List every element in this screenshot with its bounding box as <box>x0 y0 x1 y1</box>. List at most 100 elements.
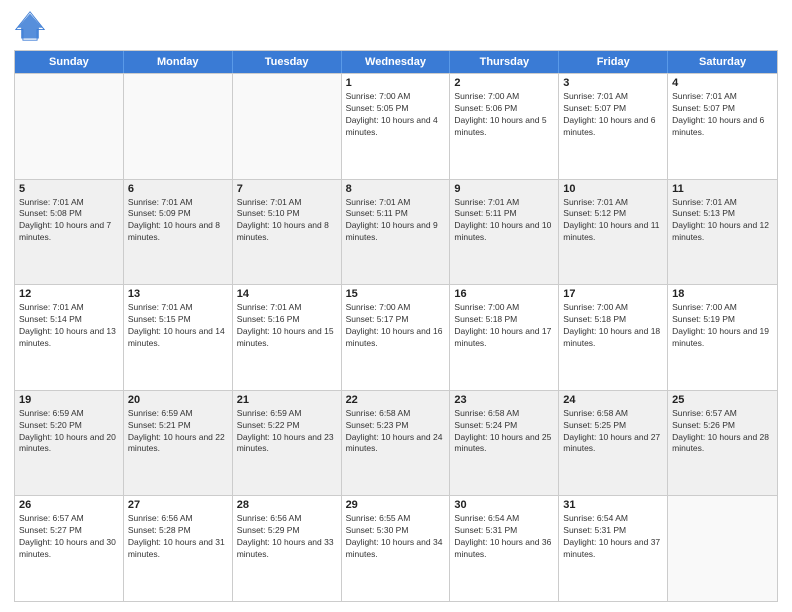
cal-header-wednesday: Wednesday <box>342 51 451 73</box>
day-info: Sunrise: 7:01 AMSunset: 5:07 PMDaylight:… <box>563 91 663 139</box>
cal-week-1: 1 Sunrise: 7:00 AMSunset: 5:05 PMDaylight… <box>15 73 777 179</box>
day-info: Sunrise: 6:55 AMSunset: 5:30 PMDaylight:… <box>346 513 446 561</box>
day-info: Sunrise: 6:58 AMSunset: 5:23 PMDaylight:… <box>346 408 446 456</box>
day-info: Sunrise: 7:00 AMSunset: 5:05 PMDaylight:… <box>346 91 446 139</box>
cal-cell: 10 Sunrise: 7:01 AMSunset: 5:12 PMDayligh… <box>559 180 668 285</box>
day-info: Sunrise: 7:01 AMSunset: 5:14 PMDaylight:… <box>19 302 119 350</box>
day-number: 25 <box>672 394 773 406</box>
day-number: 9 <box>454 183 554 195</box>
day-info: Sunrise: 6:56 AMSunset: 5:28 PMDaylight:… <box>128 513 228 561</box>
day-info: Sunrise: 6:54 AMSunset: 5:31 PMDaylight:… <box>563 513 663 561</box>
day-info: Sunrise: 6:57 AMSunset: 5:27 PMDaylight:… <box>19 513 119 561</box>
day-number: 17 <box>563 288 663 300</box>
cal-header-thursday: Thursday <box>450 51 559 73</box>
cal-week-3: 12 Sunrise: 7:01 AMSunset: 5:14 PMDayligh… <box>15 284 777 390</box>
cal-cell: 8Sunrise: 7:01 AMSunset: 5:11 PMDaylight… <box>342 180 451 285</box>
cal-cell <box>233 74 342 179</box>
logo-icon <box>14 10 46 42</box>
cal-header-monday: Monday <box>124 51 233 73</box>
cal-cell: 4 Sunrise: 7:01 AMSunset: 5:07 PMDaylight… <box>668 74 777 179</box>
logo <box>14 10 50 42</box>
day-info: Sunrise: 7:00 AMSunset: 5:18 PMDaylight:… <box>454 302 554 350</box>
day-info: Sunrise: 6:54 AMSunset: 5:31 PMDaylight:… <box>454 513 554 561</box>
day-info: Sunrise: 7:00 AMSunset: 5:19 PMDaylight:… <box>672 302 773 350</box>
day-info: Sunrise: 6:59 AMSunset: 5:20 PMDaylight:… <box>19 408 119 456</box>
day-info: Sunrise: 6:58 AMSunset: 5:25 PMDaylight:… <box>563 408 663 456</box>
calendar-body: 1 Sunrise: 7:00 AMSunset: 5:05 PMDaylight… <box>15 73 777 601</box>
cal-cell: 24 Sunrise: 6:58 AMSunset: 5:25 PMDayligh… <box>559 391 668 496</box>
day-number: 24 <box>563 394 663 406</box>
cal-week-4: 19 Sunrise: 6:59 AMSunset: 5:20 PMDayligh… <box>15 390 777 496</box>
day-number: 19 <box>19 394 119 406</box>
day-info: Sunrise: 6:56 AMSunset: 5:29 PMDaylight:… <box>237 513 337 561</box>
day-number: 20 <box>128 394 228 406</box>
day-info: Sunrise: 7:00 AMSunset: 5:17 PMDaylight:… <box>346 302 446 350</box>
day-number: 22 <box>346 394 446 406</box>
day-number: 13 <box>128 288 228 300</box>
day-number: 31 <box>563 499 663 511</box>
page: SundayMondayTuesdayWednesdayThursdayFrid… <box>0 0 792 612</box>
day-number: 4 <box>672 77 773 89</box>
cal-cell: 31 Sunrise: 6:54 AMSunset: 5:31 PMDayligh… <box>559 496 668 601</box>
header <box>14 10 778 42</box>
cal-cell: 30Sunrise: 6:54 AMSunset: 5:31 PMDayligh… <box>450 496 559 601</box>
cal-cell: 5Sunrise: 7:01 AMSunset: 5:08 PMDaylight… <box>15 180 124 285</box>
cal-header-saturday: Saturday <box>668 51 777 73</box>
day-info: Sunrise: 7:01 AMSunset: 5:07 PMDaylight:… <box>672 91 773 139</box>
cal-week-5: 26 Sunrise: 6:57 AMSunset: 5:27 PMDayligh… <box>15 495 777 601</box>
day-number: 26 <box>19 499 119 511</box>
cal-header-sunday: Sunday <box>15 51 124 73</box>
calendar-header-row: SundayMondayTuesdayWednesdayThursdayFrid… <box>15 51 777 73</box>
cal-cell: 1 Sunrise: 7:00 AMSunset: 5:05 PMDaylight… <box>342 74 451 179</box>
day-number: 21 <box>237 394 337 406</box>
cal-cell: 20 Sunrise: 6:59 AMSunset: 5:21 PMDayligh… <box>124 391 233 496</box>
cal-cell <box>15 74 124 179</box>
day-number: 8 <box>346 183 446 195</box>
day-number: 23 <box>454 394 554 406</box>
day-info: Sunrise: 7:01 AMSunset: 5:08 PMDaylight:… <box>19 197 119 245</box>
cal-cell: 22 Sunrise: 6:58 AMSunset: 5:23 PMDayligh… <box>342 391 451 496</box>
day-number: 14 <box>237 288 337 300</box>
cal-cell: 17Sunrise: 7:00 AMSunset: 5:18 PMDayligh… <box>559 285 668 390</box>
day-info: Sunrise: 7:01 AMSunset: 5:12 PMDaylight:… <box>563 197 663 245</box>
day-number: 12 <box>19 288 119 300</box>
day-info: Sunrise: 7:00 AMSunset: 5:06 PMDaylight:… <box>454 91 554 139</box>
cal-cell: 21Sunrise: 6:59 AMSunset: 5:22 PMDayligh… <box>233 391 342 496</box>
day-number: 29 <box>346 499 446 511</box>
cal-week-2: 5Sunrise: 7:01 AMSunset: 5:08 PMDaylight… <box>15 179 777 285</box>
cal-cell <box>124 74 233 179</box>
cal-cell: 26 Sunrise: 6:57 AMSunset: 5:27 PMDayligh… <box>15 496 124 601</box>
day-number: 11 <box>672 183 773 195</box>
cal-cell: 9 Sunrise: 7:01 AMSunset: 5:11 PMDaylight… <box>450 180 559 285</box>
day-info: Sunrise: 6:57 AMSunset: 5:26 PMDaylight:… <box>672 408 773 456</box>
cal-header-tuesday: Tuesday <box>233 51 342 73</box>
cal-cell: 16 Sunrise: 7:00 AMSunset: 5:18 PMDayligh… <box>450 285 559 390</box>
day-number: 10 <box>563 183 663 195</box>
day-number: 1 <box>346 77 446 89</box>
cal-cell: 14 Sunrise: 7:01 AMSunset: 5:16 PMDayligh… <box>233 285 342 390</box>
cal-cell: 28 Sunrise: 6:56 AMSunset: 5:29 PMDayligh… <box>233 496 342 601</box>
cal-cell: 7Sunrise: 7:01 AMSunset: 5:10 PMDaylight… <box>233 180 342 285</box>
cal-cell: 3Sunrise: 7:01 AMSunset: 5:07 PMDaylight… <box>559 74 668 179</box>
cal-cell: 11 Sunrise: 7:01 AMSunset: 5:13 PMDayligh… <box>668 180 777 285</box>
day-info: Sunrise: 7:01 AMSunset: 5:15 PMDaylight:… <box>128 302 228 350</box>
day-number: 28 <box>237 499 337 511</box>
cal-cell: 19 Sunrise: 6:59 AMSunset: 5:20 PMDayligh… <box>15 391 124 496</box>
cal-cell: 29 Sunrise: 6:55 AMSunset: 5:30 PMDayligh… <box>342 496 451 601</box>
calendar: SundayMondayTuesdayWednesdayThursdayFrid… <box>14 50 778 602</box>
day-info: Sunrise: 7:01 AMSunset: 5:11 PMDaylight:… <box>454 197 554 245</box>
day-number: 7 <box>237 183 337 195</box>
cal-cell: 13 Sunrise: 7:01 AMSunset: 5:15 PMDayligh… <box>124 285 233 390</box>
day-info: Sunrise: 7:01 AMSunset: 5:09 PMDaylight:… <box>128 197 228 245</box>
day-number: 15 <box>346 288 446 300</box>
day-number: 2 <box>454 77 554 89</box>
day-info: Sunrise: 7:01 AMSunset: 5:13 PMDaylight:… <box>672 197 773 245</box>
cal-cell: 27Sunrise: 6:56 AMSunset: 5:28 PMDayligh… <box>124 496 233 601</box>
day-number: 6 <box>128 183 228 195</box>
cal-cell: 15 Sunrise: 7:00 AMSunset: 5:17 PMDayligh… <box>342 285 451 390</box>
day-info: Sunrise: 7:01 AMSunset: 5:16 PMDaylight:… <box>237 302 337 350</box>
day-number: 16 <box>454 288 554 300</box>
cal-cell: 6 Sunrise: 7:01 AMSunset: 5:09 PMDaylight… <box>124 180 233 285</box>
day-info: Sunrise: 6:59 AMSunset: 5:21 PMDaylight:… <box>128 408 228 456</box>
cal-cell: 2 Sunrise: 7:00 AMSunset: 5:06 PMDaylight… <box>450 74 559 179</box>
